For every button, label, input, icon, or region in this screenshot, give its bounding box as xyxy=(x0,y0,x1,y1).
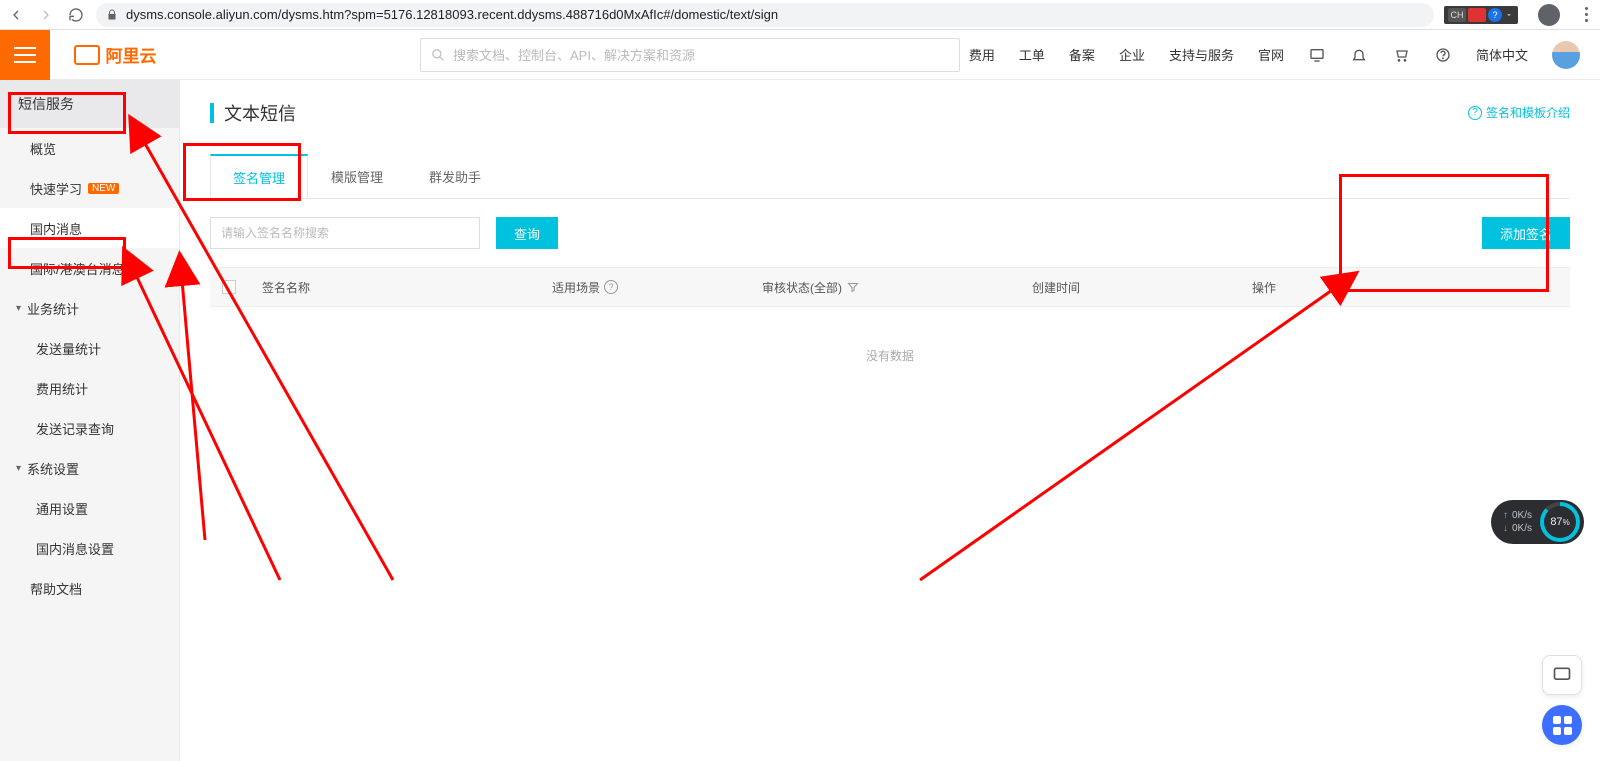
chat-float-button[interactable] xyxy=(1542,655,1582,695)
global-search-input[interactable]: 搜索文档、控制台、API、解决方案和资源 xyxy=(420,38,960,72)
address-bar[interactable]: dysms.console.aliyun.com/dysms.htm?spm=5… xyxy=(96,3,1434,27)
nav-enterprise[interactable]: 企业 xyxy=(1119,45,1145,64)
tab-sign[interactable]: 签名管理 xyxy=(210,154,308,198)
extension-help-icon: ? xyxy=(1488,8,1502,22)
browser-reload-button[interactable] xyxy=(66,5,86,25)
chat-icon xyxy=(1552,665,1572,685)
nav-fee[interactable]: 费用 xyxy=(969,45,995,64)
extension-red-icon xyxy=(1468,8,1486,22)
browser-profile-icon[interactable] xyxy=(1538,4,1560,26)
app-header: 阿里云 搜索文档、控制台、API、解决方案和资源 费用 工单 备案 企业 支持与… xyxy=(0,30,1600,80)
search-icon xyxy=(431,48,445,62)
sidebar-group-label: 系统设置 xyxy=(27,459,79,478)
sidebar: 短信服务 概览 快速学习 NEW 国内消息 国际/港澳台消息 ▾ 业务统计 发送量… xyxy=(0,80,180,761)
browser-menu-icon[interactable] xyxy=(1578,7,1594,22)
table-header: 签名名称 适用场景? 审核状态(全部) 创建时间 操作 xyxy=(210,267,1570,307)
col-scene: 适用场景? xyxy=(552,279,762,296)
caret-down-icon: ▾ xyxy=(16,303,21,314)
sidebar-item-quickstart[interactable]: 快速学习 NEW xyxy=(0,168,179,208)
download-speed: 0K/s xyxy=(1512,523,1532,534)
sidebar-group-stats[interactable]: ▾ 业务统计 xyxy=(0,288,179,328)
nav-language[interactable]: 简体中文 xyxy=(1476,45,1528,64)
caret-down-icon: ▾ xyxy=(16,463,21,474)
upload-speed: 0K/s xyxy=(1512,510,1532,521)
page-title: 文本短信 xyxy=(210,100,1570,126)
nav-beian[interactable]: 备案 xyxy=(1069,45,1095,64)
logo-text: 阿里云 xyxy=(106,42,157,67)
sidebar-item-send-log[interactable]: 发送记录查询 xyxy=(0,408,179,448)
sidebar-item-domestic[interactable]: 国内消息 xyxy=(0,208,179,248)
sidebar-item-help-doc[interactable]: 帮助文档 xyxy=(0,568,179,608)
tab-batch[interactable]: 群发助手 xyxy=(406,154,504,198)
help-tooltip-icon[interactable]: ? xyxy=(604,280,618,294)
col-operation: 操作 xyxy=(1252,279,1558,296)
nav-support[interactable]: 支持与服务 xyxy=(1169,45,1234,64)
help-link-text: 签名和模板介绍 xyxy=(1486,104,1570,121)
sidebar-item-label: 快速学习 xyxy=(30,179,82,198)
help-link[interactable]: ? 签名和模板介绍 xyxy=(1468,104,1570,121)
grid-icon xyxy=(1553,716,1572,735)
upload-arrow-icon: ↑ xyxy=(1503,510,1508,521)
signature-search-input[interactable] xyxy=(210,217,480,249)
url-text: dysms.console.aliyun.com/dysms.htm?spm=5… xyxy=(126,7,778,22)
bell-icon[interactable] xyxy=(1350,46,1368,64)
logo-glyph-icon xyxy=(74,45,100,65)
browser-back-button[interactable] xyxy=(6,5,26,25)
sidebar-item-send-stats[interactable]: 发送量统计 xyxy=(0,328,179,368)
cart-icon[interactable] xyxy=(1392,46,1410,64)
usage-ring: 87% xyxy=(1540,502,1580,542)
col-time: 创建时间 xyxy=(1032,279,1252,296)
sidebar-item-overview[interactable]: 概览 xyxy=(0,128,179,168)
add-signature-button[interactable]: 添加签名 xyxy=(1482,217,1570,249)
user-avatar[interactable] xyxy=(1552,41,1580,69)
extension-ch-icon: CH xyxy=(1448,8,1466,22)
nav-official[interactable]: 官网 xyxy=(1258,45,1284,64)
new-badge: NEW xyxy=(88,183,119,194)
select-all-checkbox[interactable] xyxy=(222,280,236,294)
browser-forward-button[interactable] xyxy=(36,5,56,25)
browser-toolbar: dysms.console.aliyun.com/dysms.htm?spm=5… xyxy=(0,0,1600,30)
page-title-text: 文本短信 xyxy=(224,100,296,126)
toolbar: 查询 添加签名 xyxy=(210,217,1570,249)
usage-percent-suffix: % xyxy=(1563,518,1570,527)
filter-icon[interactable] xyxy=(846,280,860,294)
query-button[interactable]: 查询 xyxy=(496,217,558,249)
browser-extensions[interactable]: CH ? xyxy=(1444,6,1518,24)
sidebar-item-intl[interactable]: 国际/港澳台消息 xyxy=(0,248,179,288)
help-question-icon: ? xyxy=(1468,106,1482,120)
tabs: 签名管理 模版管理 群发助手 xyxy=(210,154,1570,199)
col-signature-name: 签名名称 xyxy=(262,279,552,296)
sidebar-item-general-settings[interactable]: 通用设置 xyxy=(0,488,179,528)
sidebar-item-fee-stats[interactable]: 费用统计 xyxy=(0,368,179,408)
help-circle-icon[interactable] xyxy=(1434,46,1452,64)
sidebar-service-title[interactable]: 短信服务 xyxy=(0,80,179,128)
nav-workorder[interactable]: 工单 xyxy=(1019,45,1045,64)
lock-icon xyxy=(106,9,118,21)
table-empty-text: 没有数据 xyxy=(210,307,1570,404)
network-monitor-widget[interactable]: ↑ 0K/s ↓ 0K/s 87% xyxy=(1491,500,1584,544)
aliyun-logo[interactable]: 阿里云 xyxy=(50,42,180,67)
search-placeholder: 搜索文档、控制台、API、解决方案和资源 xyxy=(453,45,695,64)
screen-icon[interactable] xyxy=(1308,46,1326,64)
extension-chevron-icon xyxy=(1504,10,1514,20)
app-grid-float-button[interactable] xyxy=(1542,705,1582,745)
col-status[interactable]: 审核状态(全部) xyxy=(762,279,1032,296)
title-accent-bar xyxy=(210,103,214,123)
main-content: 文本短信 ? 签名和模板介绍 签名管理 模版管理 群发助手 查询 添加签名 签名… xyxy=(180,80,1600,761)
usage-percent: 87 xyxy=(1550,516,1562,528)
hamburger-menu-button[interactable] xyxy=(0,30,50,80)
top-nav: 费用 工单 备案 企业 支持与服务 官网 简体中文 xyxy=(969,41,1600,69)
sidebar-item-domestic-settings[interactable]: 国内消息设置 xyxy=(0,528,179,568)
sidebar-group-settings[interactable]: ▾ 系统设置 xyxy=(0,448,179,488)
sidebar-group-label: 业务统计 xyxy=(27,299,79,318)
download-arrow-icon: ↓ xyxy=(1503,523,1508,534)
tab-template[interactable]: 模版管理 xyxy=(308,154,406,198)
